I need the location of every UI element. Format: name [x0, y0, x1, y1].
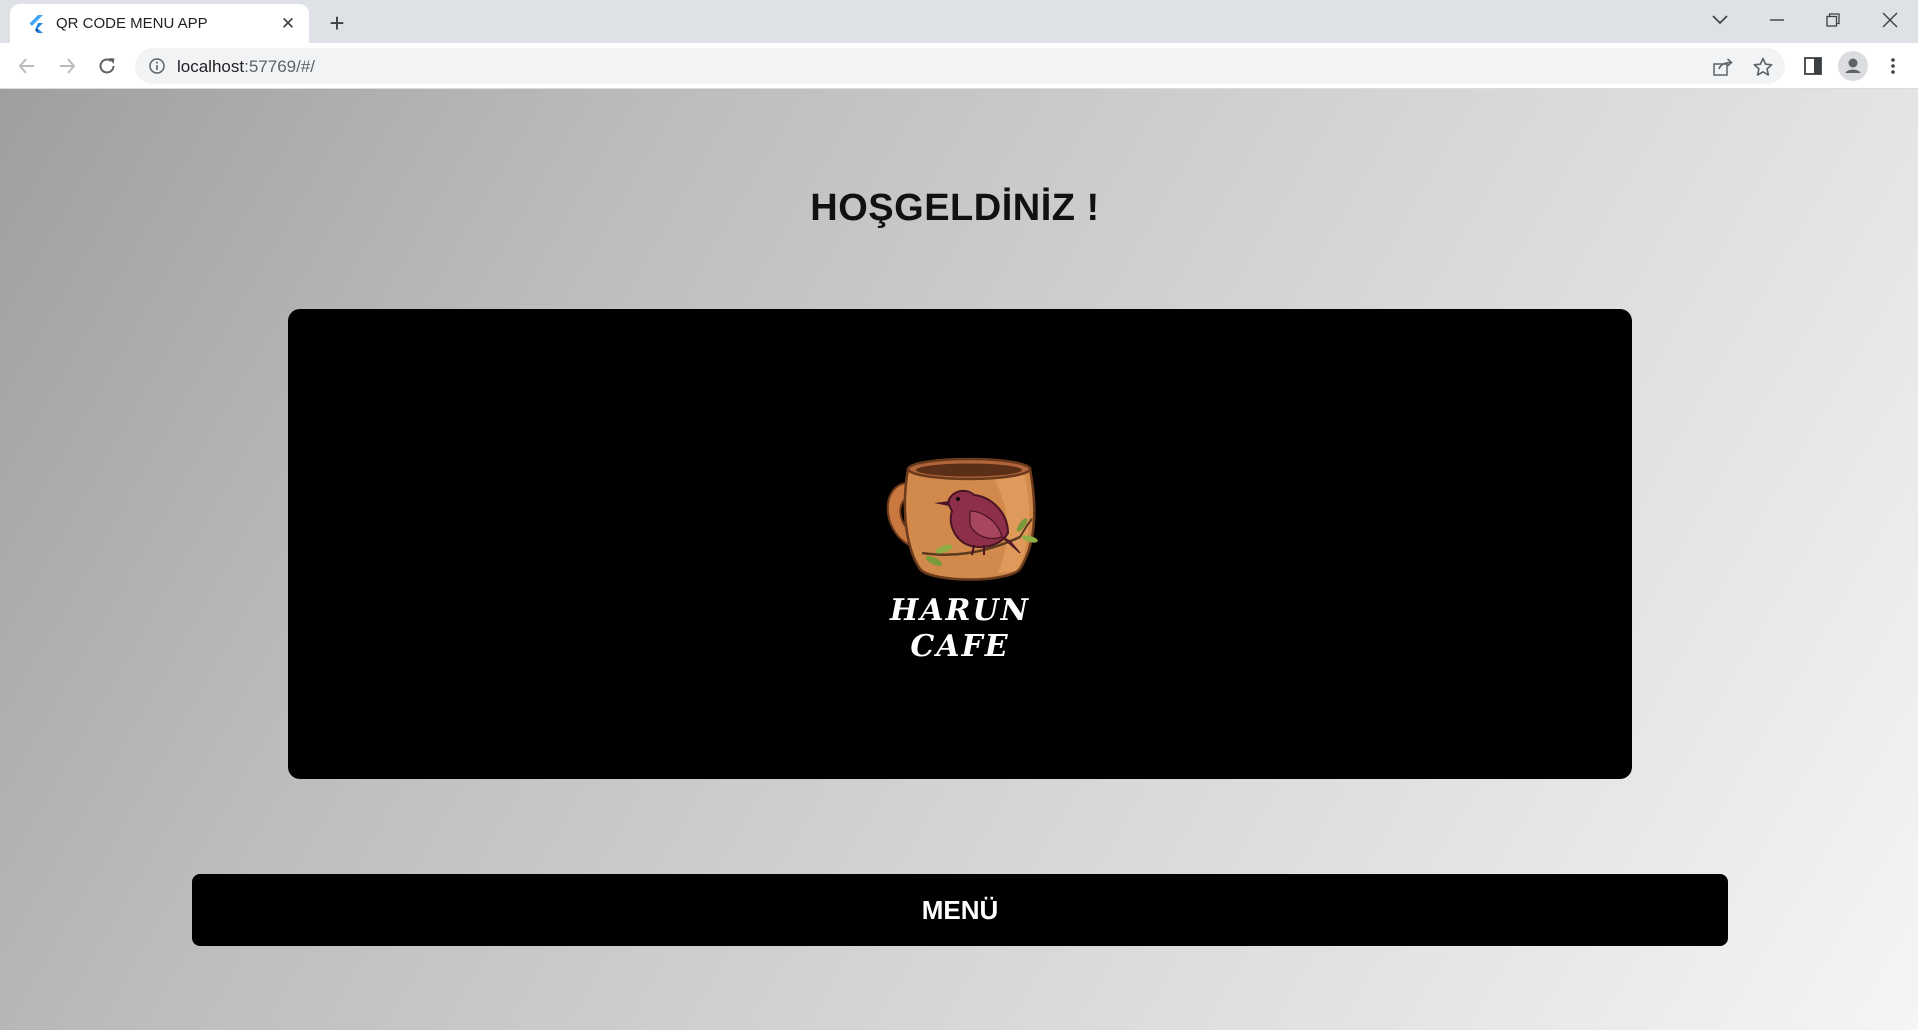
address-bar[interactable]: localhost:57769/#/: [135, 48, 1785, 84]
tab-search-icon[interactable]: [1697, 2, 1743, 38]
forward-icon[interactable]: [50, 49, 84, 83]
welcome-title: HOŞGELDİNİZ !: [810, 187, 1100, 229]
back-icon[interactable]: [10, 49, 44, 83]
browser-tab[interactable]: QR CODE MENU APP ✕: [10, 4, 309, 43]
coffee-mug-bird-logo: [886, 457, 1038, 581]
close-window-icon[interactable]: [1867, 2, 1913, 38]
logo-line-1: HARUN: [889, 593, 1031, 628]
logo-line-2: CAFE: [910, 629, 1010, 664]
logo-text: HARUN CAFE: [870, 593, 1050, 665]
tab-title: QR CODE MENU APP: [56, 15, 208, 32]
url-path: :57769/#/: [244, 57, 316, 76]
browser-toolbar: localhost:57769/#/: [0, 43, 1918, 89]
url-text[interactable]: localhost:57769/#/: [177, 57, 315, 77]
browser-tabstrip: QR CODE MENU APP ✕ +: [0, 0, 1918, 43]
reload-icon[interactable]: [90, 49, 124, 83]
minimize-icon[interactable]: [1754, 2, 1800, 38]
flutter-icon: [26, 14, 46, 34]
profile-avatar-icon[interactable]: [1838, 51, 1868, 81]
browser-menu-icon[interactable]: [1878, 51, 1908, 81]
share-icon[interactable]: [1710, 54, 1736, 80]
new-tab-button[interactable]: +: [322, 8, 352, 38]
logo-card: HARUN CAFE: [288, 309, 1632, 779]
restore-icon[interactable]: [1810, 2, 1856, 38]
bookmark-star-icon[interactable]: [1750, 54, 1776, 80]
site-info-icon[interactable]: [147, 56, 167, 76]
menu-button[interactable]: MENÜ: [192, 874, 1728, 946]
page-viewport: HOŞGELDİNİZ ! HARUN CAFE MENÜ: [0, 89, 1918, 1030]
tab-close-icon[interactable]: ✕: [275, 11, 301, 37]
side-panel-icon[interactable]: [1798, 51, 1828, 81]
url-host: localhost: [177, 57, 245, 76]
cafe-logo: HARUN CAFE: [870, 441, 1050, 666]
